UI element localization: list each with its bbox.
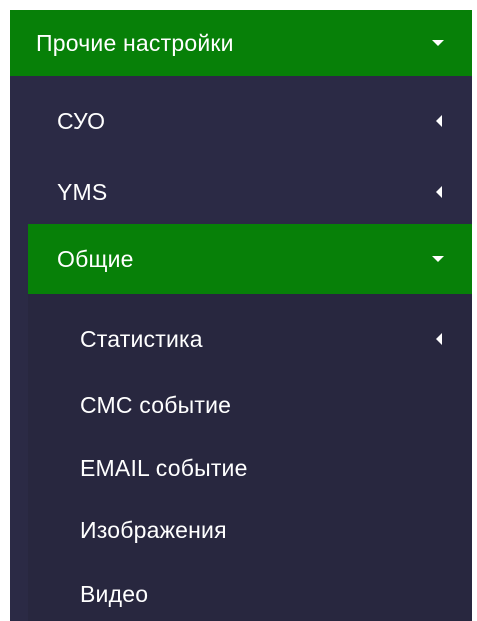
caret-left-icon (436, 333, 442, 345)
menu-item-images[interactable]: Изображения (10, 497, 472, 563)
sidebar-menu: Прочие настройки СУО YMS Общие Статистик… (10, 10, 472, 621)
menu-item-label: Видео (80, 580, 149, 607)
menu-item-sms-event[interactable]: СМС событие (10, 372, 472, 438)
menu-item-statistics[interactable]: Статистика (10, 306, 472, 372)
menu-item-label: Общие (57, 245, 134, 272)
caret-down-icon (432, 40, 444, 46)
menu-item-email-event[interactable]: EMAIL событие (10, 435, 472, 501)
menu-item-other-settings[interactable]: Прочие настройки (10, 10, 472, 76)
caret-left-icon (436, 186, 442, 198)
caret-left-icon (436, 115, 442, 127)
menu-item-label: EMAIL событие (80, 454, 248, 481)
menu-item-suo[interactable]: СУО (10, 88, 472, 154)
menu-item-yms[interactable]: YMS (10, 159, 472, 225)
menu-item-video[interactable]: Видео (10, 564, 472, 621)
menu-item-label: СМС событие (80, 391, 232, 418)
menu-item-general[interactable]: Общие (28, 224, 472, 294)
menu-item-label: Статистика (80, 325, 203, 352)
menu-item-label: YMS (57, 178, 108, 205)
menu-item-label: СУО (57, 107, 106, 134)
caret-down-icon (432, 256, 444, 262)
menu-item-label: Прочие настройки (36, 29, 234, 56)
menu-item-label: Изображения (80, 516, 227, 543)
